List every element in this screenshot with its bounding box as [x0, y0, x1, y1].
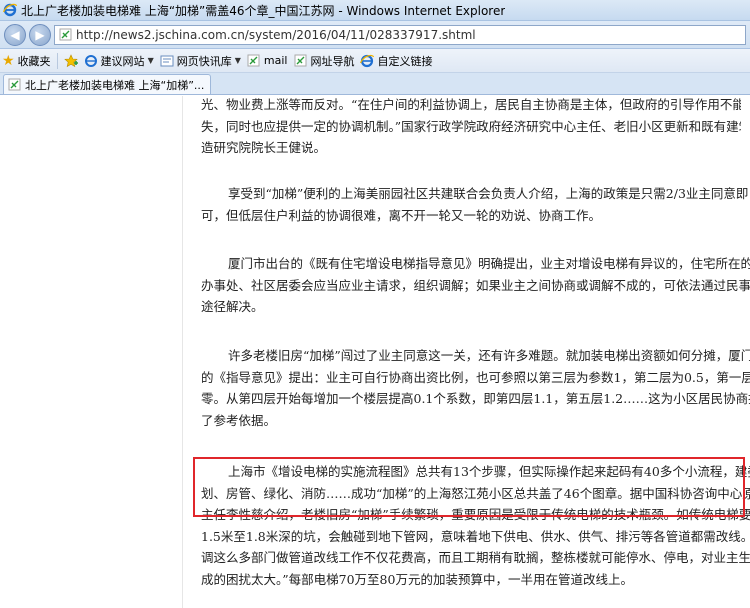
text-line: 造研究院院长王健说。 [201, 140, 327, 155]
text-line: 厦门市出台的《既有住宅增设电梯指导意见》明确提出，业主对增设电梯有异议的，住宅所… [228, 256, 750, 271]
page-content: 光、物业费上涨等而反对。“在住户间的利益协调上，居民自主协商是主体，但政府的引导… [0, 96, 750, 608]
fav-custom-links-label: 自定义链接 [377, 54, 433, 68]
highlight-box [193, 457, 745, 517]
favorites-button[interactable]: ★ 收藏夹 [2, 53, 51, 69]
fav-mail-label: mail [263, 54, 288, 67]
favorites-bar: ★ 收藏夹 建议网站 ▼ 网页快讯库 ▼ mail 网址导航 自定义链接 [0, 49, 750, 73]
star-icon: ★ [2, 52, 15, 69]
fav-web-slice-label: 网页快讯库 [176, 54, 232, 68]
back-button[interactable]: ◀ [4, 23, 26, 46]
add-favorite-icon [63, 53, 78, 68]
text-line: 成的困扰太大。”每部电梯70万至80万元的加装预算中，一半用在管道改线上。 [201, 571, 633, 587]
fav-mail[interactable]: mail [247, 54, 288, 68]
text-line: 许多老楼旧房“加梯”闯过了业主同意这一关，还有许多难题。就加装电梯出资额如何分摊… [228, 348, 750, 363]
text-line: 途径解决。 [201, 299, 264, 314]
favorites-link-add-icon[interactable] [63, 53, 78, 68]
fav-suggested-sites-label: 建议网站 [100, 54, 145, 68]
article-body: 光、物业费上涨等而反对。“在住户间的利益协调上，居民自主协商是主体，但政府的引导… [201, 94, 750, 587]
chevron-down-icon: ▼ [234, 56, 241, 65]
text-line: 零。从第四层开始每增加一个楼层提高0.1个系数，即第四层1.1，第五层1.2……… [201, 391, 750, 406]
paragraph: 光、物业费上涨等而反对。“在住户间的利益协调上，居民自主协商是主体，但政府的引导… [201, 94, 741, 159]
forward-button[interactable]: ▶ [29, 23, 51, 46]
text-line: 了参考依据。 [201, 412, 277, 428]
text-line: 调这么多部门做管道改线工作不仅花费高，而且工期稍有耽搁，整栋楼就可能停水、停电，… [201, 550, 750, 565]
text-line: 的《指导意见》提出：业主可自行协商出资比例，也可参照以第三层为参数1，第二层为0… [201, 369, 750, 385]
tab-bar: 北上广老楼加装电梯难 上海“加梯”... [0, 73, 750, 95]
fav-custom-links[interactable]: 自定义链接 [360, 53, 432, 69]
text-line: 享受到“加梯”便利的上海美丽园社区共建联合会负责人介绍，上海的政策是只需2/3业… [228, 186, 749, 201]
sidebar-divider [182, 96, 183, 608]
paragraph: 享受到“加梯”便利的上海美丽园社区共建联合会负责人介绍，上海的政策是只需2/3业… [201, 183, 748, 226]
chevron-down-icon: ▼ [147, 56, 154, 65]
fav-site-navigation[interactable]: 网址导航 [293, 53, 354, 69]
divider [56, 52, 58, 69]
page-favicon-icon [7, 78, 21, 92]
ie-window: 北上广老楼加装电梯难 上海“加梯”需盖46个章_中国江苏网 - Windows … [0, 0, 750, 608]
ie-logo-icon [3, 3, 17, 17]
text-line: 办事处、社区居委会应当应业主请求，组织调解；如果业主之间协商或调解不成的，可依法… [201, 277, 750, 293]
ie-logo-icon [360, 54, 375, 68]
address-bar: ◀ ▶ http://news2.jschina.com.cn/system/2… [0, 21, 750, 49]
suggested-sites-icon [84, 54, 98, 68]
url-text: http://news2.jschina.com.cn/system/2016/… [76, 27, 476, 42]
paragraph: 厦门市出台的《既有住宅增设电梯指导意见》明确提出，业主对增设电梯有异议的，住宅所… [201, 253, 750, 318]
page-favicon-icon [58, 28, 72, 42]
web-slice-icon [160, 54, 174, 68]
tab-label: 北上广老楼加装电梯难 上海“加梯”... [25, 78, 205, 92]
page-link-icon [247, 54, 261, 68]
text-line: 1.5米至1.8米深的坑，会触碰到地下管网，意味着地下供电、供水、供气、排污等各… [201, 528, 750, 544]
title-bar: 北上广老楼加装电梯难 上海“加梯”需盖46个章_中国江苏网 - Windows … [0, 0, 750, 21]
fav-web-slice-gallery[interactable]: 网页快讯库 ▼ [160, 53, 241, 69]
page-link-icon [293, 54, 307, 68]
text-line: 可，但低层住户利益的协调很难，离不开一轮又一轮的劝说、协商工作。 [201, 207, 602, 223]
fav-suggested-sites[interactable]: 建议网站 ▼ [84, 53, 154, 69]
text-line: 光、物业费上涨等而反对。“在住户间的利益协调上，居民自主协商是主体，但政府的引导… [201, 97, 741, 112]
paragraph: 许多老楼旧房“加梯”闯过了业主同意这一关，还有许多难题。就加装电梯出资额如何分摊… [201, 345, 750, 431]
window-title: 北上广老楼加装电梯难 上海“加梯”需盖46个章_中国江苏网 - Windows … [21, 3, 506, 18]
tab-article[interactable]: 北上广老楼加装电梯难 上海“加梯”... [3, 74, 212, 94]
text-line: 失，同时也应提供一定的协调机制。”国家行政学院政府经济研究中心主任、老旧小区更新… [201, 118, 741, 134]
fav-site-navigation-label: 网址导航 [310, 54, 355, 68]
favorites-label: 收藏夹 [17, 54, 51, 68]
url-field[interactable]: http://news2.jschina.com.cn/system/2016/… [54, 24, 746, 45]
